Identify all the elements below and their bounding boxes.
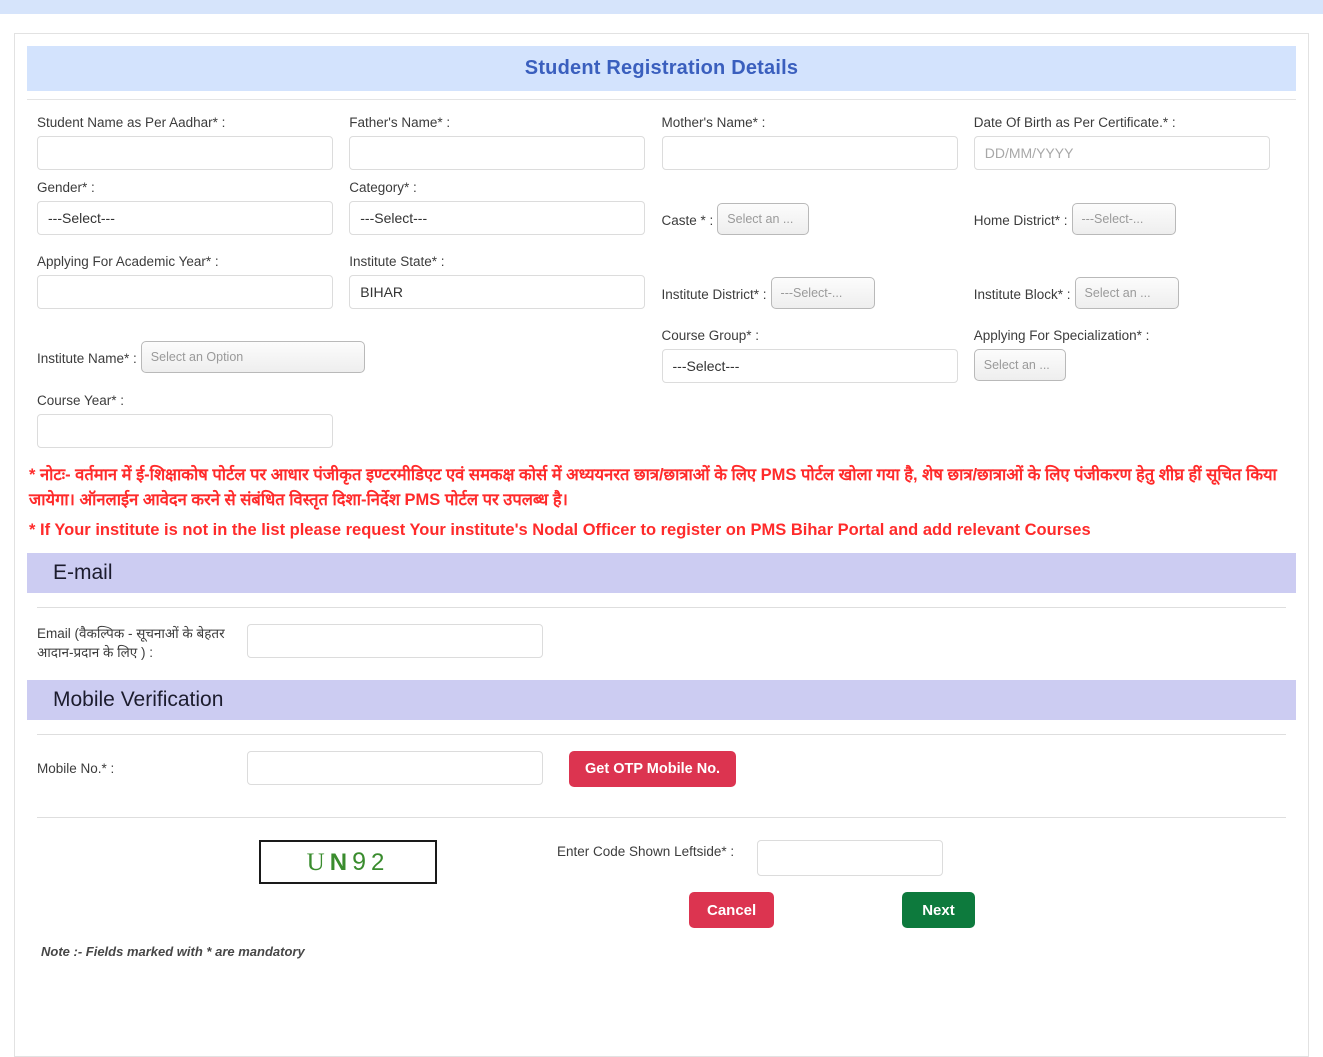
- form-row: Institute Name* : Select an Option Cours…: [37, 327, 1286, 392]
- dob-input[interactable]: [973, 136, 1270, 170]
- course-group-select[interactable]: ---Select---: [661, 349, 958, 383]
- form-row: Student Name as Per Aadhar* : Father's N…: [37, 114, 1286, 179]
- field-label: Course Group* :: [661, 328, 760, 343]
- captcha-char-2: N: [329, 848, 353, 876]
- captcha-char-3: 9: [352, 847, 371, 876]
- page-title: Student Registration Details: [27, 46, 1296, 91]
- specialization-select-button[interactable]: Select an ...: [973, 349, 1066, 381]
- category-select-value: ---Select---: [360, 210, 428, 226]
- field-label: Course Year* :: [37, 393, 125, 408]
- field-label: Student Name as Per Aadhar* :: [37, 115, 226, 130]
- captcha-row: U N 9 2 Enter Code Shown Leftside* :: [15, 818, 1308, 884]
- field-student-name: Student Name as Per Aadhar* :: [37, 114, 349, 179]
- section-header-email: E-mail: [27, 553, 1296, 593]
- institute-name-select-button[interactable]: Select an Option: [140, 341, 365, 373]
- field-label: Category* :: [349, 180, 417, 195]
- form-row: Gender* : ---Select--- Category* : ---Se…: [37, 179, 1286, 253]
- field-spacer: [974, 392, 1286, 457]
- field-father-name: Father's Name* :: [349, 114, 661, 179]
- captcha-label: Enter Code Shown Leftside* :: [557, 844, 735, 859]
- category-select[interactable]: ---Select---: [349, 201, 646, 235]
- institute-state-input[interactable]: [349, 275, 646, 309]
- academic-year-input[interactable]: [37, 275, 333, 309]
- field-specialization: Applying For Specialization* : Select an…: [973, 327, 1286, 392]
- mother-name-input[interactable]: [661, 136, 958, 170]
- field-institute-block: Institute Block* : Select an ...: [974, 253, 1286, 327]
- field-course-group: Course Group* : ---Select---: [661, 327, 974, 392]
- email-row: Email (वैकल्पिक - सूचनाओं के बेहतर आदान-…: [15, 608, 1308, 676]
- registration-card: Student Registration Details Student Nam…: [14, 33, 1309, 1057]
- captcha-char-4: 2: [370, 848, 390, 876]
- action-buttons: Cancel Next: [15, 884, 1308, 928]
- field-label: Applying For Academic Year* :: [37, 254, 219, 269]
- institute-block-select-button[interactable]: Select an ...: [1074, 277, 1179, 309]
- captcha-input[interactable]: [757, 840, 943, 876]
- browser-top-strip: [0, 0, 1323, 14]
- field-label: Gender* :: [37, 180, 95, 195]
- field-category: Category* : ---Select---: [349, 179, 661, 253]
- institute-district-select-button[interactable]: ---Select-...: [770, 277, 875, 309]
- captcha-char-1: U: [306, 848, 330, 876]
- mobile-input[interactable]: [247, 751, 543, 785]
- caste-select-button[interactable]: Select an ...: [717, 203, 810, 235]
- mobile-label: Mobile No.* :: [37, 761, 115, 776]
- mandatory-note: Note :- Fields marked with * are mandato…: [41, 944, 305, 959]
- field-spacer: [662, 392, 974, 457]
- mobile-row: Mobile No.* : Get OTP Mobile No.: [15, 735, 1308, 801]
- field-home-district: Home District* : ---Select-...: [974, 179, 1286, 253]
- field-label: Institute State* :: [349, 254, 445, 269]
- field-institute-district: Institute District* : ---Select-...: [662, 253, 974, 327]
- field-label: Institute District* :: [661, 287, 767, 302]
- gender-select[interactable]: ---Select---: [37, 201, 333, 235]
- field-institute-state: Institute State* :: [349, 253, 661, 327]
- field-course-year: Course Year* :: [37, 392, 349, 457]
- field-label: Caste * :: [661, 213, 714, 228]
- form-row: Applying For Academic Year* : Institute …: [37, 253, 1286, 327]
- field-dob: Date Of Birth as Per Certificate.* :: [973, 114, 1286, 179]
- actions-spacer: [37, 892, 689, 928]
- field-label: Mother's Name* :: [661, 115, 766, 130]
- section-header-mobile: Mobile Verification: [27, 680, 1296, 720]
- field-mother-name: Mother's Name* :: [661, 114, 974, 179]
- field-caste: Caste * : Select an ...: [662, 179, 974, 253]
- field-gender: Gender* : ---Select---: [37, 179, 349, 253]
- field-institute-name: Institute Name* : Select an Option: [37, 327, 662, 392]
- field-label: Institute Block* :: [973, 287, 1071, 302]
- captcha-image: U N 9 2: [259, 840, 437, 884]
- get-otp-button[interactable]: Get OTP Mobile No.: [569, 751, 737, 787]
- home-district-select-button[interactable]: ---Select-...: [1071, 203, 1176, 235]
- field-label: Father's Name* :: [349, 115, 451, 130]
- field-spacer: [349, 392, 661, 457]
- field-academic-year: Applying For Academic Year* :: [37, 253, 349, 327]
- course-year-input[interactable]: [37, 414, 333, 448]
- student-name-input[interactable]: [37, 136, 333, 170]
- notice-hindi: * नोटः- वर्तमान में ई-शिक्षाकोष पोर्टल प…: [29, 466, 1277, 509]
- field-label: Date Of Birth as Per Certificate.* :: [973, 115, 1176, 130]
- next-button[interactable]: Next: [902, 892, 975, 928]
- father-name-input[interactable]: [349, 136, 646, 170]
- field-label: Applying For Specialization* :: [973, 328, 1150, 343]
- notice-english: * If Your institute is not in the list p…: [29, 521, 1091, 539]
- cancel-button[interactable]: Cancel: [689, 892, 775, 928]
- email-label: Email (वैकल्पिक - सूचनाओं के बेहतर आदान-…: [37, 626, 225, 660]
- field-label: Institute Name* :: [37, 351, 137, 366]
- email-input[interactable]: [247, 624, 543, 658]
- field-label: Home District* :: [973, 213, 1068, 228]
- course-group-select-value: ---Select---: [672, 358, 740, 374]
- registration-form: Student Name as Per Aadhar* : Father's N…: [15, 100, 1308, 457]
- form-row: Course Year* :: [37, 392, 1286, 457]
- gender-select-value: ---Select---: [48, 210, 115, 226]
